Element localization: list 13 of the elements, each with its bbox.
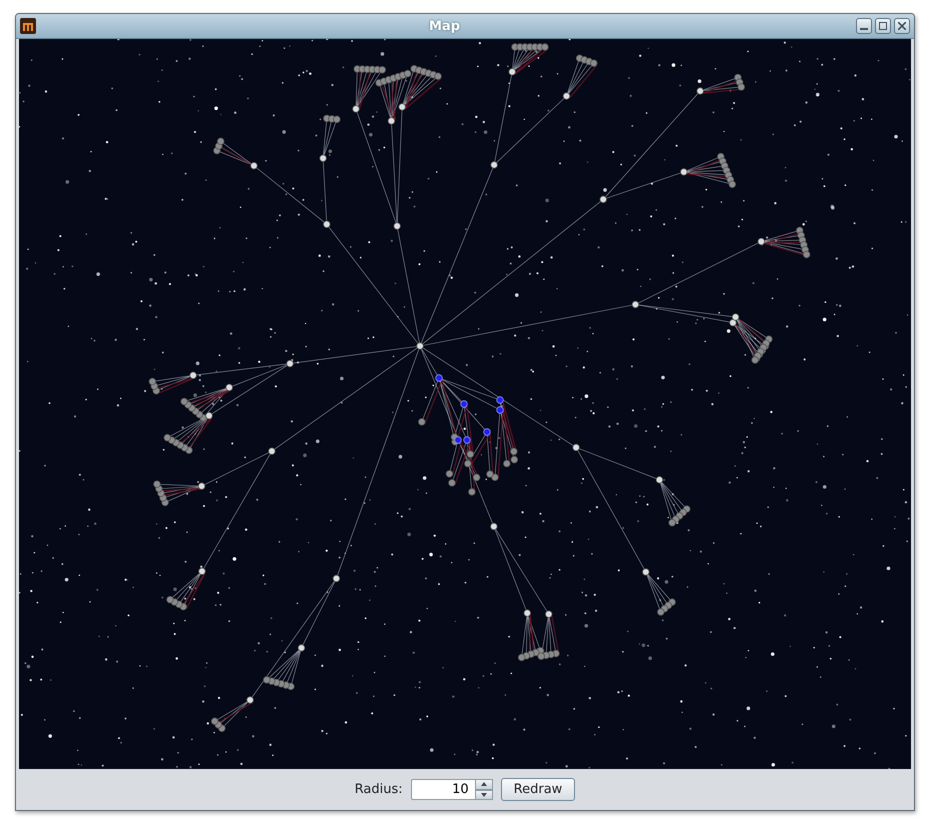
up-arrow-icon	[480, 782, 487, 786]
increment-button[interactable]	[474, 779, 493, 790]
app-logo-icon	[20, 18, 36, 34]
redraw-button[interactable]: Redraw	[500, 778, 576, 801]
radius-label: Radius:	[354, 782, 403, 797]
minimize-button[interactable]	[856, 18, 872, 34]
down-arrow-icon	[480, 792, 487, 797]
close-icon	[898, 22, 906, 30]
window-title: Map	[428, 18, 461, 34]
maximize-button[interactable]	[875, 18, 891, 34]
close-button[interactable]	[894, 18, 910, 34]
radius-input-field[interactable]: 10	[410, 779, 475, 800]
maximize-icon	[879, 22, 887, 30]
